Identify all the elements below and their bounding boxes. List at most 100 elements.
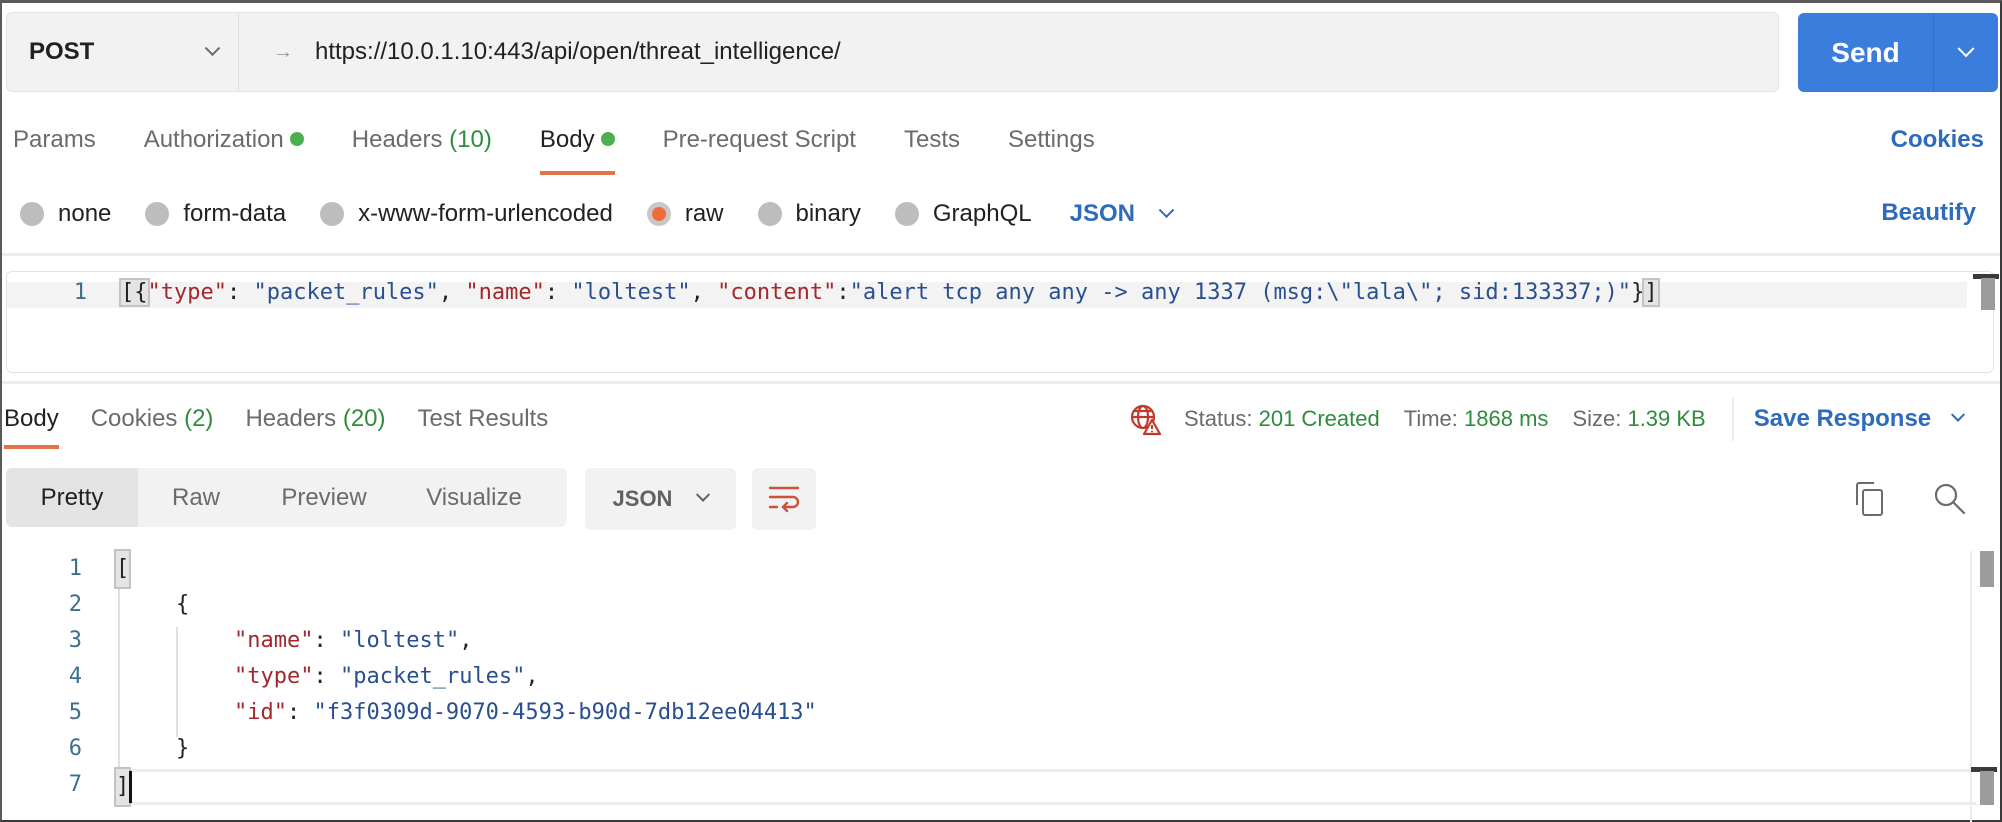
- time-value: 1868 ms: [1464, 406, 1549, 431]
- raw-language-value: JSON: [1069, 200, 1135, 227]
- matched-bracket: [: [113, 549, 132, 589]
- scrollbar-thumb[interactable]: [1981, 278, 1995, 310]
- json-string: "loltest": [571, 280, 691, 305]
- line-number: 4: [68, 664, 82, 689]
- beautify-button[interactable]: Beautify: [1881, 199, 1976, 227]
- scrollbar-thumb[interactable]: [1980, 551, 1994, 587]
- token: ,: [438, 280, 466, 305]
- tab-headers[interactable]: Headers (10): [352, 115, 492, 175]
- raw-language-select[interactable]: JSON: [1069, 200, 1175, 228]
- body-type-radios: none form-data x-www-form-urlencoded raw…: [20, 194, 1175, 234]
- radio-x-www-form-urlencoded[interactable]: x-www-form-urlencoded: [320, 200, 613, 228]
- radio-circle-checked: [646, 202, 671, 226]
- time-stat: Time: 1868 ms: [1404, 406, 1549, 432]
- stat-label: Size:: [1572, 406, 1622, 431]
- radio-label: form-data: [183, 200, 287, 227]
- tab-label: Headers: [245, 405, 337, 432]
- copy-icon[interactable]: [1852, 481, 1888, 517]
- code-line: "type": "packet_rules",: [234, 664, 539, 689]
- radio-circle: [894, 202, 919, 226]
- method-select[interactable]: POST: [7, 13, 239, 91]
- radio-circle: [757, 202, 782, 226]
- scrollbar-thumb[interactable]: [1980, 771, 1994, 805]
- send-button[interactable]: Send: [1798, 13, 1934, 92]
- line-number: 3: [68, 628, 82, 653]
- tab-label: Authorization: [143, 126, 284, 153]
- send-options-button[interactable]: [1934, 13, 1998, 92]
- view-pretty[interactable]: Pretty: [6, 468, 138, 527]
- response-format-select[interactable]: JSON: [585, 468, 736, 530]
- code-line: "name": "loltest",: [234, 628, 473, 653]
- code-line: [{"type": "packet_rules", "name": "lolte…: [119, 278, 1660, 307]
- json-string: "alert tcp any any -> any 1337 (msg:\"la…: [849, 280, 1632, 305]
- request-body-editor[interactable]: 1 [{"type": "packet_rules", "name": "lol…: [6, 271, 1999, 373]
- json-string: "f3f0309d-9070-4593-b90d-7db12ee04413": [313, 700, 817, 725]
- word-wrap-button[interactable]: [752, 468, 816, 530]
- token: ,: [525, 664, 539, 689]
- tab-label: Params: [13, 126, 96, 153]
- radio-circle: [320, 202, 345, 226]
- radio-circle: [20, 202, 44, 226]
- tab-response-headers[interactable]: Headers (20): [245, 393, 385, 449]
- divider: [2, 381, 2000, 384]
- token: [{: [121, 280, 148, 305]
- divider: [2, 253, 2000, 256]
- arrow-right-icon: →: [273, 40, 293, 63]
- tab-response-body[interactable]: Body: [4, 393, 59, 449]
- line-number: 1: [68, 556, 82, 581]
- view-preview[interactable]: Preview: [254, 468, 394, 527]
- url-input[interactable]: https://10.0.1.10:443/api/open/threat_in…: [315, 38, 1778, 66]
- view-mode-segmented: Pretty Raw Preview Visualize: [6, 468, 567, 527]
- chevron-down-icon: [1957, 39, 1975, 57]
- status-stat: Status: 201 Created: [1184, 406, 1380, 432]
- token: ]: [116, 774, 130, 799]
- token: [: [116, 556, 130, 581]
- token: ,: [690, 280, 718, 305]
- request-tabs: Params Authorization Headers (10) Body P…: [2, 115, 1143, 175]
- radio-raw[interactable]: raw: [646, 200, 724, 228]
- code-line: [: [113, 549, 132, 589]
- token: }: [1631, 280, 1645, 305]
- send-button-group: Send: [1798, 13, 1998, 92]
- chevron-down-icon: [696, 487, 711, 502]
- token: ]: [1644, 280, 1658, 305]
- tab-tests[interactable]: Tests: [904, 115, 960, 175]
- globe-warning-icon[interactable]: [1128, 402, 1162, 436]
- radio-label: none: [58, 200, 112, 227]
- matched-bracket: ]: [113, 767, 132, 807]
- tab-label: Body: [539, 126, 595, 153]
- tab-label: Settings: [1007, 126, 1095, 153]
- json-string: "packet_rules": [253, 280, 439, 305]
- response-body-editor[interactable]: 1 2 3 4 5 6 7 [ { "name": "loltest", "ty…: [2, 549, 1997, 822]
- indent-guide: [176, 627, 178, 737]
- json-key: "type": [147, 280, 227, 305]
- view-raw[interactable]: Raw: [138, 468, 254, 527]
- response-status-bar: Status: 201 Created Time: 1868 ms Size: …: [1128, 397, 1966, 441]
- divider: [1731, 397, 1734, 441]
- view-visualize[interactable]: Visualize: [394, 468, 554, 527]
- radio-graphql[interactable]: GraphQL: [894, 200, 1032, 228]
- save-response-button[interactable]: Save Response: [1754, 405, 1966, 433]
- status-dot-icon: [289, 131, 304, 146]
- radio-form-data[interactable]: form-data: [145, 200, 286, 228]
- tab-authorization[interactable]: Authorization: [144, 115, 304, 175]
- url-bar: POST → https://10.0.1.10:443/api/open/th…: [6, 12, 1779, 92]
- radio-none[interactable]: none: [20, 200, 111, 228]
- radio-binary[interactable]: binary: [757, 200, 861, 228]
- json-key: "name": [234, 628, 314, 653]
- stat-label: Status:: [1184, 406, 1253, 431]
- tab-count: (20): [342, 405, 386, 432]
- tab-settings[interactable]: Settings: [1008, 115, 1095, 175]
- tab-body[interactable]: Body: [539, 115, 615, 175]
- tab-pre-request-script[interactable]: Pre-request Script: [663, 115, 856, 175]
- tab-response-cookies[interactable]: Cookies (2): [91, 393, 214, 449]
- json-string: "loltest": [339, 628, 460, 653]
- line-number: 2: [68, 592, 82, 617]
- tab-test-results[interactable]: Test Results: [418, 393, 549, 449]
- tab-params[interactable]: Params: [13, 115, 96, 175]
- cookies-link[interactable]: Cookies: [1891, 126, 1984, 154]
- tab-label: Body: [4, 405, 59, 432]
- response-tabs: Body Cookies (2) Headers (20) Test Resul…: [4, 393, 580, 449]
- size-value: 1.39 KB: [1627, 406, 1706, 431]
- search-icon[interactable]: [1932, 481, 1968, 517]
